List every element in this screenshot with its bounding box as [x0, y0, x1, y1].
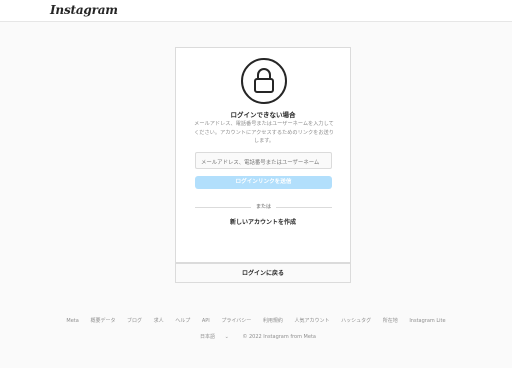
footer-bottom: 日本語 ⌄ © 2022 Instagram from Meta [0, 333, 512, 340]
account-identifier-input[interactable] [195, 152, 332, 169]
footer-link[interactable]: 利用規約 [263, 318, 283, 324]
card-description: メールアドレス、電話番号またはユーザーネームを入力してください。アカウントにアク… [194, 121, 334, 144]
instagram-logo[interactable]: Instagram [50, 3, 118, 17]
card-title: ログインできない場合 [230, 111, 296, 119]
footer-link[interactable]: 人気アカウント [295, 318, 330, 324]
footer-link[interactable]: 求人 [154, 318, 164, 324]
footer-link[interactable]: 概要データ [90, 318, 115, 324]
copyright: © 2022 Instagram from Meta [242, 334, 316, 340]
footer-link[interactable]: ハッシュタグ [341, 318, 371, 324]
footer-link[interactable]: Meta [66, 318, 78, 324]
footer-links: Meta 概要データ ブログ 求人 ヘルプ API プライバシー 利用規約 人気… [0, 317, 512, 324]
password-reset-card: ログインできない場合 メールアドレス、電話番号またはユーザーネームを入力してくだ… [175, 47, 351, 263]
or-divider: または [195, 203, 332, 211]
top-navigation-bar: Instagram [0, 0, 512, 22]
language-label: 日本語 [200, 334, 216, 340]
lock-icon [241, 58, 287, 104]
language-select[interactable]: 日本語 ⌄ [196, 334, 233, 340]
footer-link[interactable]: Instagram Lite [409, 318, 445, 324]
footer-link[interactable]: API [202, 318, 210, 324]
send-login-link-button[interactable]: ログインリンクを送信 [195, 176, 332, 189]
back-to-login-button[interactable]: ログインに戻る [175, 263, 351, 283]
chevron-down-icon: ⌄ [224, 334, 229, 340]
divider-line-right [276, 207, 332, 208]
footer-link[interactable]: プライバシー [221, 318, 251, 324]
footer-link[interactable]: ブログ [127, 318, 142, 324]
create-account-link[interactable]: 新しいアカウントを作成 [176, 217, 350, 226]
footer-link[interactable]: 所在地 [383, 318, 398, 324]
footer-link[interactable]: ヘルプ [175, 318, 190, 324]
